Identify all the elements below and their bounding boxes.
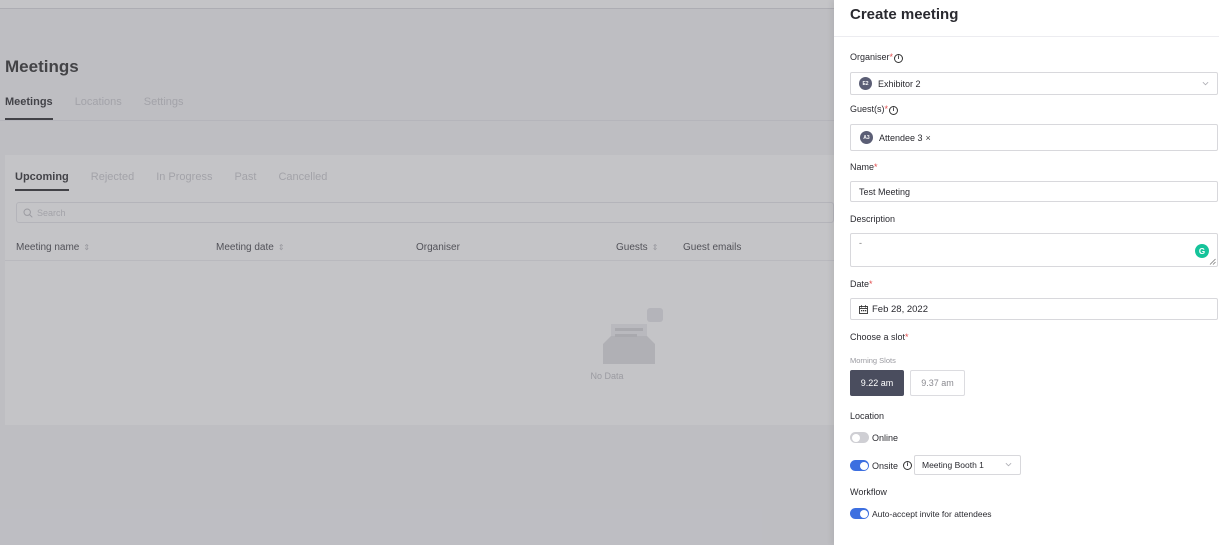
- auto-accept-row: Auto-accept invite for attendees: [850, 508, 992, 519]
- drawer-header: Create meeting: [834, 0, 1219, 37]
- name-input[interactable]: Test Meeting: [850, 181, 1218, 202]
- slot-option[interactable]: 9.37 am: [910, 370, 965, 396]
- date-value: Feb 28, 2022: [872, 303, 928, 315]
- organiser-value: Exhibitor 2: [878, 78, 921, 89]
- auto-accept-label: Auto-accept invite for attendees: [872, 508, 992, 519]
- description-label: Description: [850, 214, 896, 224]
- resize-handle-icon[interactable]: [1209, 258, 1216, 265]
- date-label: Date*: [850, 279, 873, 289]
- organiser-label: Organiser* i: [850, 52, 904, 63]
- onsite-label: Onsite: [872, 460, 899, 471]
- grammarly-icon[interactable]: G: [1195, 244, 1209, 258]
- create-meeting-drawer: Create meeting Organiser* i E2 Exhibitor …: [834, 0, 1219, 545]
- slot-option-selected[interactable]: 9.22 am: [850, 370, 904, 396]
- slot-label: Choose a slot*: [850, 332, 909, 342]
- avatar: E2: [859, 77, 872, 90]
- guest-tag: Attendee 3: [879, 132, 923, 143]
- meeting-booth-select[interactable]: Meeting Booth 1: [914, 455, 1021, 475]
- info-icon[interactable]: i: [903, 461, 913, 470]
- description-textarea[interactable]: - G: [850, 233, 1218, 267]
- organiser-select[interactable]: E2 Exhibitor 2: [850, 72, 1218, 95]
- date-picker[interactable]: Feb 28, 2022: [850, 298, 1218, 320]
- chevron-down-icon: [1005, 462, 1012, 467]
- slot-group-label: Morning Slots: [850, 356, 896, 365]
- auto-accept-toggle[interactable]: [850, 508, 869, 519]
- booth-value: Meeting Booth 1: [922, 460, 984, 470]
- location-label: Location: [850, 411, 885, 421]
- name-value: Test Meeting: [859, 186, 911, 197]
- description-value: -: [859, 238, 862, 248]
- remove-tag-icon[interactable]: ×: [926, 133, 931, 143]
- online-label: Online: [872, 432, 899, 443]
- workflow-label: Workflow: [850, 487, 887, 497]
- modal-overlay[interactable]: [0, 0, 834, 545]
- onsite-toggle-row: Onsite i: [850, 460, 913, 471]
- online-toggle[interactable]: [850, 432, 869, 443]
- guests-label: Guest(s)* i: [850, 104, 899, 115]
- info-icon[interactable]: i: [894, 54, 904, 63]
- drawer-title: Create meeting: [850, 6, 959, 23]
- info-icon[interactable]: i: [889, 106, 899, 115]
- avatar: A3: [860, 131, 873, 144]
- guests-select[interactable]: A3 Attendee 3 ×: [850, 124, 1218, 151]
- name-label: Name*: [850, 162, 878, 172]
- onsite-toggle[interactable]: [850, 460, 869, 471]
- chevron-down-icon: [1202, 81, 1209, 85]
- online-toggle-row: Online: [850, 432, 898, 443]
- calendar-icon: [859, 304, 868, 314]
